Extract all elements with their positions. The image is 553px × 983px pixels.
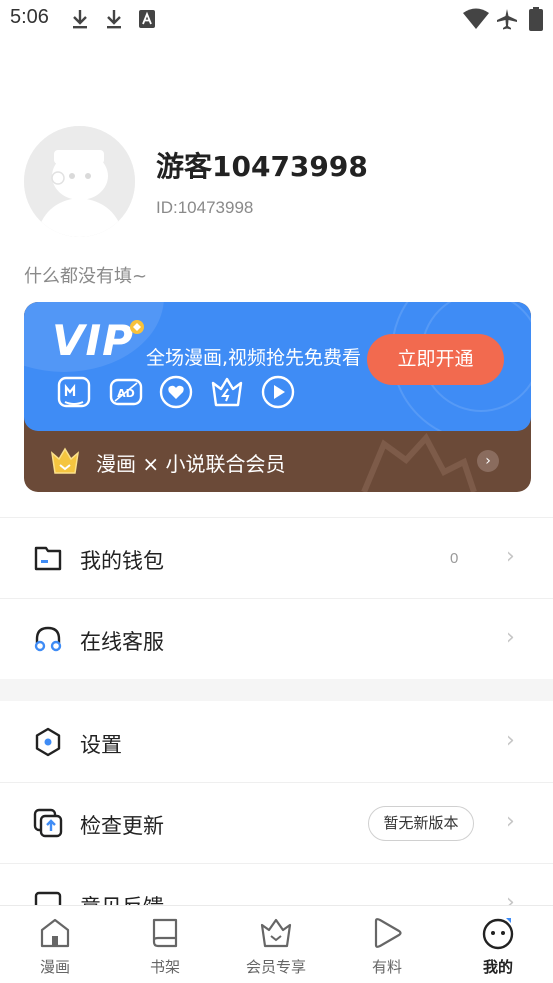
profile-face-icon [482, 918, 514, 950]
menu-label: 我的钱包 [80, 549, 164, 573]
font-icon [139, 10, 155, 28]
download-icon [107, 10, 121, 29]
vip-banner[interactable]: VIP 全场漫画,视频抢先免费看 立即开通 AD [24, 302, 531, 431]
status-bar: 5:06 [0, 0, 553, 40]
menu-label: 设置 [80, 733, 122, 757]
wifi-icon [463, 8, 489, 29]
chevron-right-icon: › [506, 625, 515, 650]
play-icon [261, 375, 295, 409]
version-status-badge: 暂无新版本 [368, 806, 474, 841]
joint-membership-label: 漫画 × 小说联合会员 [96, 452, 286, 476]
nav-label: 书架 [149, 958, 180, 976]
crown-icon [211, 377, 243, 407]
avatar[interactable] [24, 126, 135, 237]
chevron-right-icon: › [506, 728, 515, 753]
menu-item-wallet[interactable]: 我的钱包 0 › [0, 518, 553, 598]
nav-label: 我的 [482, 958, 513, 976]
nav-tab-manga[interactable]: 漫画 [0, 906, 110, 983]
username: 游客10473998 [156, 150, 368, 183]
menu-item-settings[interactable]: 设置 › [0, 702, 553, 782]
play-icon [374, 918, 402, 948]
settings-icon [35, 727, 61, 757]
nav-tab-mine[interactable]: 我的 [443, 906, 553, 983]
nav-tab-bookshelf[interactable]: 书架 [110, 906, 220, 983]
heart-icon [159, 375, 193, 409]
crown-icon [260, 918, 292, 948]
vip-logo: VIP [52, 316, 134, 365]
menu-label: 检查更新 [80, 814, 164, 838]
user-id: ID:10473998 [156, 198, 254, 217]
crown-icon [50, 447, 80, 474]
nav-tab-vip[interactable]: 会员专享 [221, 906, 331, 983]
status-time: 5:06 [10, 6, 49, 28]
bottom-navigation: 漫画 书架 会员专享 有料 我的 [0, 905, 553, 983]
nav-tab-discover[interactable]: 有料 [332, 906, 442, 983]
chevron-right-icon: › [506, 809, 515, 834]
vip-card[interactable]: VIP 全场漫画,视频抢先免费看 立即开通 AD 漫画 × 小说联合会员 › [24, 302, 531, 492]
update-icon [33, 808, 63, 838]
nav-label: 漫画 [39, 958, 70, 976]
vip-open-button[interactable]: 立即开通 [367, 334, 504, 385]
headset-icon [34, 626, 62, 652]
home-icon [40, 918, 70, 948]
sparkle-icon [130, 320, 144, 334]
menu-item-support[interactable]: 在线客服 › [0, 599, 553, 679]
wallet-balance: 0 [450, 550, 459, 567]
manga-icon [57, 376, 91, 408]
download-icon [73, 10, 87, 29]
bio[interactable]: 什么都没有填~ [24, 262, 147, 288]
wallet-icon [34, 546, 62, 571]
book-icon [152, 918, 178, 948]
airplane-icon [497, 9, 517, 30]
menu-label: 在线客服 [80, 630, 164, 654]
default-avatar-icon [24, 126, 135, 237]
battery-icon [529, 7, 543, 31]
nav-label: 有料 [371, 958, 402, 976]
nav-label: 会员专享 [245, 958, 306, 976]
vip-tagline: 全场漫画,视频抢先免费看 [146, 347, 362, 369]
chevron-right-icon: › [506, 544, 515, 569]
no-ads-icon: AD [109, 378, 143, 406]
section-separator [0, 679, 553, 701]
menu-item-check-update[interactable]: 检查更新 暂无新版本 › [0, 783, 553, 863]
joint-membership-bar[interactable]: 漫画 × 小说联合会员 › [24, 431, 531, 492]
chevron-right-icon: › [477, 450, 499, 472]
